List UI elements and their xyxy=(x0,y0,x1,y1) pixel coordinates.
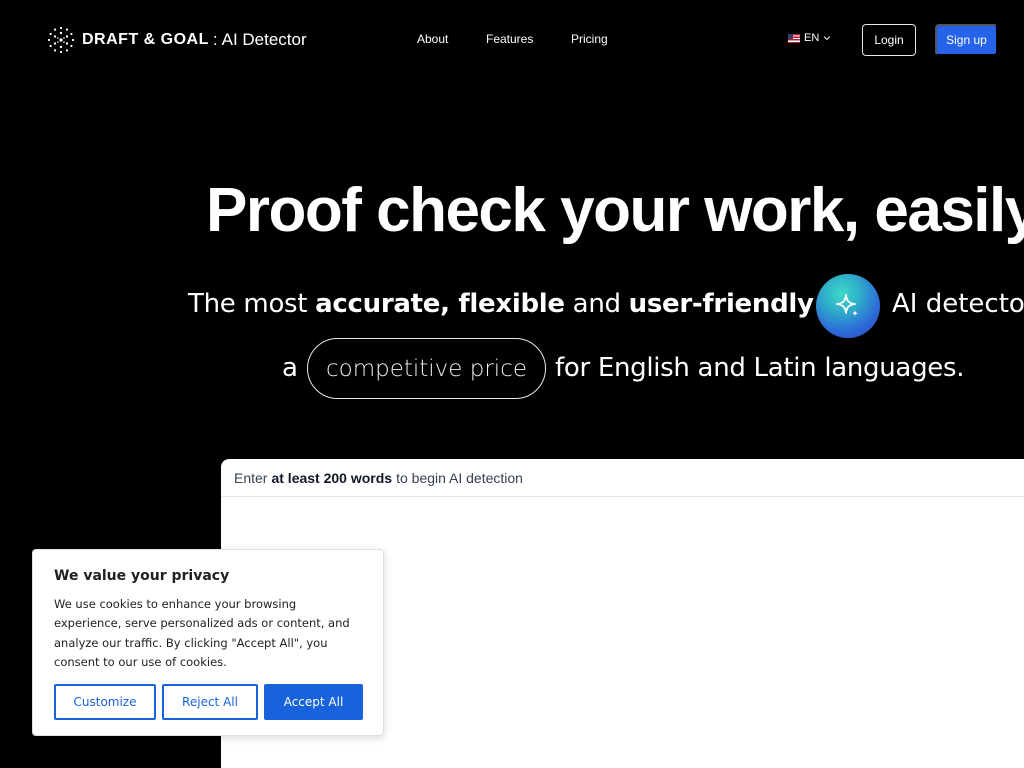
chevron-down-icon xyxy=(823,36,831,41)
hero-subtitle-line1: The most accurate, flexible and user-fri… xyxy=(188,286,814,322)
brand-logo[interactable]: DRAFT & GOAL : AI Detector xyxy=(47,26,307,54)
cookie-reject-all-button[interactable]: Reject All xyxy=(162,684,258,720)
subtitle-text: and xyxy=(564,289,629,319)
hero-subtitle-line2-end: for English and Latin languages. xyxy=(555,353,965,383)
subtitle-bold-user-friendly: user-friendly xyxy=(628,289,814,319)
subtitle-text: The most xyxy=(188,289,316,319)
product-name: AI Detector xyxy=(221,30,307,49)
us-flag-icon xyxy=(788,33,800,43)
prompt-bold-word-count: at least 200 words xyxy=(271,469,393,486)
prompt-text: to begin AI detection xyxy=(396,469,523,486)
cookie-consent-banner: We value your privacy We use cookies to … xyxy=(32,549,384,736)
hero-subtitle-ai-detector: AI detector xyxy=(892,289,1024,319)
cookie-accept-all-button[interactable]: Accept All xyxy=(264,684,363,720)
brand-name: DRAFT & GOAL xyxy=(82,31,209,48)
cookie-description: We use cookies to enhance your browsing … xyxy=(54,597,350,669)
hero-subtitle-line2-start: a xyxy=(282,353,298,383)
prompt-text: Enter xyxy=(234,469,268,486)
dotted-circle-logo-icon xyxy=(47,26,75,54)
editor-prompt: Enter at least 200 words to begin AI det… xyxy=(221,459,1024,497)
language-label: EN xyxy=(804,32,820,44)
competitive-price-pill: competitive price xyxy=(307,338,546,399)
brand-separator: : xyxy=(212,30,218,49)
top-nav: DRAFT & GOAL : AI Detector About Feature… xyxy=(0,0,1024,80)
cookie-customize-button[interactable]: Customize xyxy=(54,684,156,720)
login-button[interactable]: Login xyxy=(862,24,916,56)
hero-title: Proof check your work, easily xyxy=(206,176,1024,245)
language-selector[interactable]: EN xyxy=(788,32,831,44)
cookie-title: We value your privacy xyxy=(54,568,230,584)
signup-button[interactable]: Sign up xyxy=(935,24,998,56)
subtitle-bold-accurate: accurate, flexible xyxy=(315,289,565,319)
sparkle-badge xyxy=(816,274,880,338)
nav-link-about[interactable]: About xyxy=(417,32,448,46)
nav-link-pricing[interactable]: Pricing xyxy=(571,32,608,46)
nav-link-features[interactable]: Features xyxy=(486,32,533,46)
sparkle-icon xyxy=(836,294,858,317)
